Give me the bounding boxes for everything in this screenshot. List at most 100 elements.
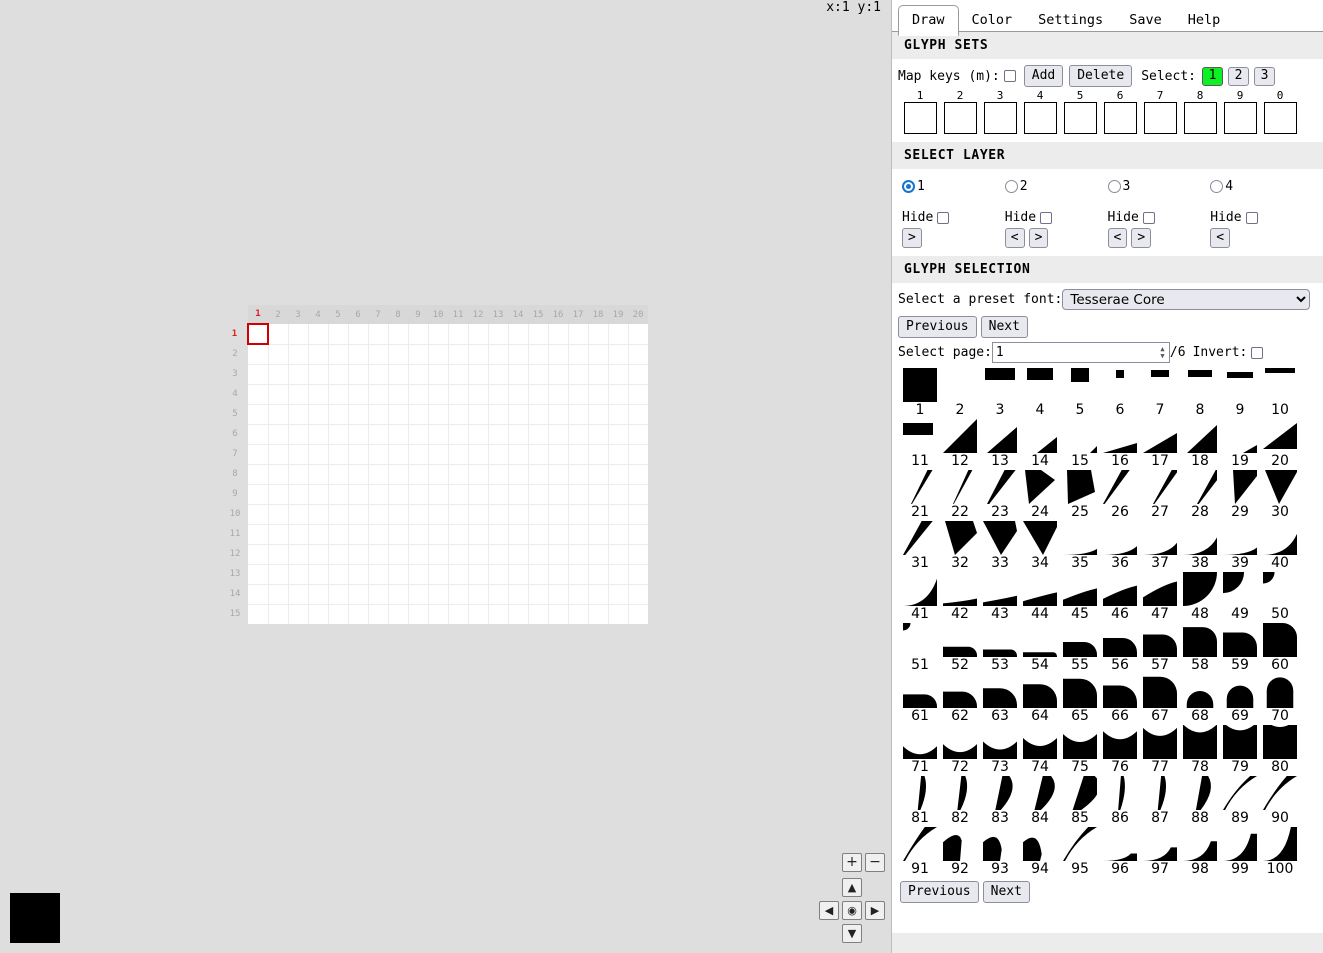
grid-cell[interactable] (508, 404, 529, 425)
glyph-option-90[interactable]: 90 (1260, 775, 1300, 826)
grid-cell[interactable] (528, 584, 549, 605)
grid-cell[interactable] (368, 484, 389, 505)
glyph-option-84[interactable]: 84 (1020, 775, 1060, 826)
grid-cell[interactable] (288, 564, 309, 585)
pan-down-button[interactable]: ▼ (842, 924, 862, 943)
grid-cell[interactable] (268, 544, 289, 565)
grid-cell[interactable] (408, 584, 429, 605)
grid-cell[interactable] (268, 324, 289, 345)
grid-cell[interactable] (268, 464, 289, 485)
grid-cell[interactable] (308, 344, 329, 365)
grid-cell[interactable] (268, 484, 289, 505)
grid-cell[interactable] (268, 444, 289, 465)
grid-cell[interactable] (408, 404, 429, 425)
grid-cell[interactable] (608, 384, 629, 405)
grid-cell[interactable] (388, 344, 409, 365)
grid-cell[interactable] (468, 324, 489, 345)
grid-cell[interactable] (408, 484, 429, 505)
grid-cell[interactable] (508, 504, 529, 525)
glyph-option-73[interactable]: 73 (980, 724, 1020, 775)
grid-cell[interactable] (288, 364, 309, 385)
grid-cell[interactable] (608, 464, 629, 485)
glyph-option-88[interactable]: 88 (1180, 775, 1220, 826)
glyph-option-69[interactable]: 69 (1220, 673, 1260, 724)
grid-cell[interactable] (588, 444, 609, 465)
grid-cell[interactable] (488, 424, 509, 445)
grid-cell[interactable] (488, 544, 509, 565)
previous-page-button[interactable]: Previous (898, 316, 977, 338)
grid-cell[interactable] (568, 564, 589, 585)
key-slot-preview-5[interactable] (1063, 102, 1097, 134)
pan-right-button[interactable]: ▶ (865, 901, 885, 920)
grid-cell[interactable] (568, 584, 589, 605)
grid-cell[interactable] (428, 324, 449, 345)
grid-cell[interactable] (288, 444, 309, 465)
zoom-out-button[interactable]: − (865, 853, 885, 872)
glyph-option-99[interactable]: 99 (1220, 826, 1260, 877)
grid-cell[interactable] (268, 524, 289, 545)
grid-cell[interactable] (568, 484, 589, 505)
grid-cell[interactable] (528, 544, 549, 565)
glyph-option-14[interactable]: 14 (1020, 418, 1060, 469)
current-color-swatch[interactable] (10, 893, 60, 943)
grid-cell[interactable] (368, 324, 389, 345)
grid-cell[interactable] (388, 504, 409, 525)
grid-cell[interactable] (488, 464, 509, 485)
grid-cell[interactable] (308, 604, 329, 624)
grid-cell[interactable] (368, 564, 389, 585)
grid-cell[interactable] (628, 424, 648, 445)
grid-cell[interactable] (408, 364, 429, 385)
grid-cell[interactable] (568, 524, 589, 545)
grid-cell[interactable] (428, 424, 449, 445)
glyph-option-48[interactable]: 48 (1180, 571, 1220, 622)
grid-cell[interactable] (488, 584, 509, 605)
glyph-option-31[interactable]: 31 (900, 520, 940, 571)
grid-cell[interactable] (448, 584, 469, 605)
glyph-option-16[interactable]: 16 (1100, 418, 1140, 469)
grid-cell[interactable] (348, 344, 369, 365)
glyph-option-62[interactable]: 62 (940, 673, 980, 724)
tab-save[interactable]: Save (1116, 6, 1175, 35)
grid-cell[interactable] (248, 464, 269, 485)
grid-cell[interactable] (628, 604, 648, 624)
grid-cell[interactable] (468, 564, 489, 585)
grid-cell[interactable] (588, 344, 609, 365)
grid-cell[interactable] (408, 424, 429, 445)
grid-cell[interactable] (448, 364, 469, 385)
layer-radio-4[interactable] (1210, 180, 1224, 193)
grid-cell[interactable] (428, 484, 449, 505)
grid-cell[interactable] (328, 604, 349, 624)
glyph-option-68[interactable]: 68 (1180, 673, 1220, 724)
grid-cell[interactable] (288, 484, 309, 505)
glyph-option-40[interactable]: 40 (1260, 520, 1300, 571)
move-layer-right-3[interactable]: > (1131, 228, 1152, 248)
grid-cell[interactable] (388, 464, 409, 485)
grid-cell[interactable] (488, 604, 509, 624)
grid-cell[interactable] (528, 464, 549, 485)
grid-cell[interactable] (348, 584, 369, 605)
glyph-option-55[interactable]: 55 (1060, 622, 1100, 673)
grid-cell[interactable] (588, 424, 609, 445)
glyph-option-67[interactable]: 67 (1140, 673, 1180, 724)
grid-cell[interactable] (508, 424, 529, 445)
grid-cell[interactable] (528, 384, 549, 405)
grid-cell[interactable] (288, 584, 309, 605)
glyph-option-65[interactable]: 65 (1060, 673, 1100, 724)
grid-cell[interactable] (288, 384, 309, 405)
grid-cell[interactable] (508, 544, 529, 565)
grid-cell[interactable] (628, 324, 648, 345)
grid-cell[interactable] (448, 564, 469, 585)
grid-cell[interactable] (548, 424, 569, 445)
grid-cell[interactable] (488, 324, 509, 345)
key-slot-preview-3[interactable] (983, 102, 1017, 134)
grid-cell[interactable] (468, 384, 489, 405)
grid-cell[interactable] (568, 384, 589, 405)
grid-cell[interactable] (468, 604, 489, 624)
glyph-option-59[interactable]: 59 (1220, 622, 1260, 673)
grid-cell[interactable] (628, 464, 648, 485)
grid-cell[interactable] (628, 364, 648, 385)
grid-cell[interactable] (308, 544, 329, 565)
glyph-option-4[interactable]: 4 (1020, 367, 1060, 418)
grid-cell[interactable] (388, 484, 409, 505)
grid-cell[interactable] (508, 384, 529, 405)
